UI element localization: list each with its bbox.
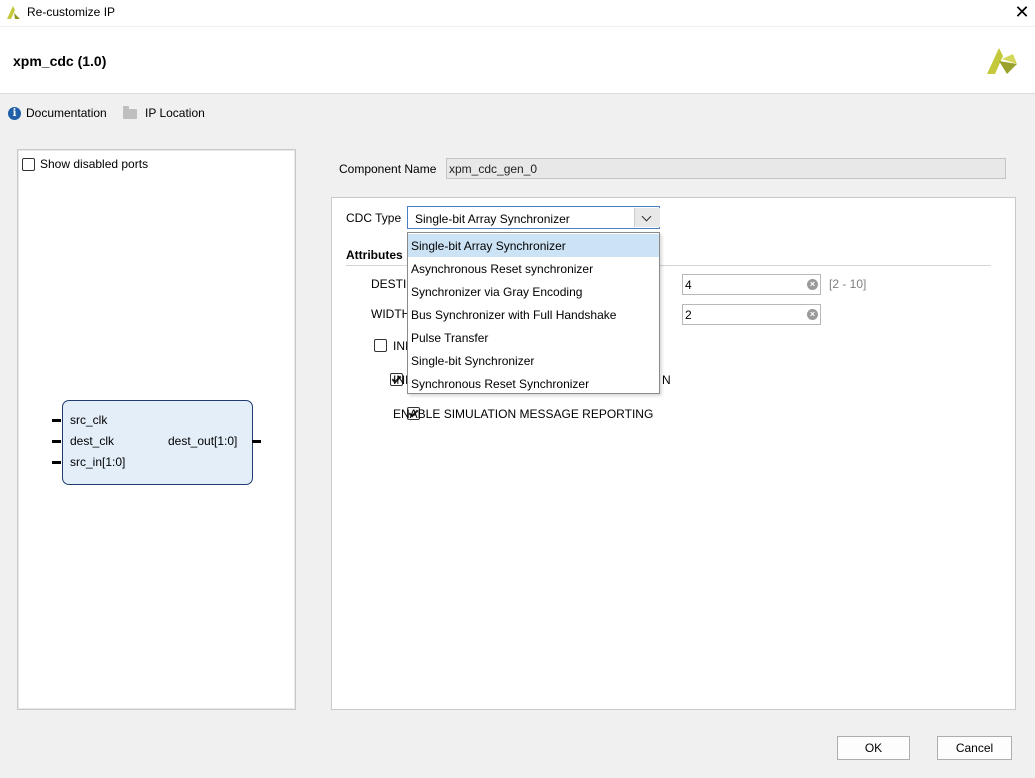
pin-dest-out	[252, 440, 261, 443]
sim-message-label: ENABLE SIMULATION MESSAGE REPORTING	[393, 407, 654, 421]
ok-button[interactable]: OK	[837, 736, 910, 760]
port-label: dest_clk	[70, 434, 115, 448]
clear-icon[interactable]: ×	[807, 279, 818, 290]
ip-location-label: IP Location	[145, 106, 205, 120]
cdc-type-dropdown-button[interactable]	[634, 208, 660, 227]
ip-location-link[interactable]: IP Location	[123, 104, 205, 122]
cdc-option[interactable]: Single-bit Synchronizer	[408, 349, 659, 372]
show-disabled-ports-label: Show disabled ports	[40, 157, 149, 171]
xilinx-logo-icon	[987, 48, 1017, 74]
attributes-heading: Attributes	[346, 248, 403, 262]
documentation-label: Documentation	[26, 106, 107, 120]
port-label-out: dest_out[1:0]	[168, 434, 238, 448]
ip-name: xpm_cdc (1.0)	[13, 53, 107, 69]
folder-icon	[123, 106, 137, 119]
component-name-label: Component Name	[339, 162, 437, 176]
close-button[interactable]: ✕	[1012, 2, 1032, 22]
cdc-type-selected: Single-bit Array Synchronizer	[415, 212, 570, 226]
cdc-option[interactable]: Single-bit Array Synchronizer	[408, 234, 659, 257]
cancel-button[interactable]: Cancel	[937, 736, 1012, 760]
cdc-option[interactable]: Synchronous Reset Synchronizer	[408, 372, 659, 395]
clear-icon[interactable]: ×	[807, 309, 818, 320]
cdc-type-options-list: Single-bit Array Synchronizer Asynchrono…	[407, 232, 660, 394]
dest-sync-ff-range: [2 - 10]	[829, 277, 867, 291]
vivado-logo-icon	[7, 6, 20, 19]
init-sync-ff-checkbox[interactable]	[374, 339, 387, 352]
cdc-option[interactable]: Synchronizer via Gray Encoding	[408, 280, 659, 303]
dest-sync-ff-label: DESTI	[371, 277, 407, 291]
component-name-field[interactable]: xpm_cdc_gen_0	[446, 158, 1006, 179]
sim-assert-label-right: N	[662, 373, 671, 387]
cdc-option[interactable]: Asynchronous Reset synchronizer	[408, 257, 659, 280]
pin-src-clk	[52, 419, 61, 422]
chevron-down-icon	[641, 211, 652, 222]
port-label: src_clk	[70, 413, 108, 427]
cdc-option[interactable]: Bus Synchronizer with Full Handshake	[408, 303, 659, 326]
pin-src-in	[52, 461, 61, 464]
dest-sync-ff-input[interactable]: 4	[682, 274, 821, 295]
pin-dest-clk	[52, 440, 61, 443]
width-label: WIDTH	[371, 307, 411, 321]
title-bar	[0, 0, 1035, 26]
window-title: Re-customize IP	[27, 5, 116, 19]
cdc-type-select[interactable]: Single-bit Array Synchronizer	[407, 206, 660, 229]
info-icon: i	[8, 106, 21, 120]
cdc-type-label: CDC Type	[346, 211, 402, 225]
checkbox[interactable]	[22, 157, 35, 171]
width-input[interactable]: 2	[682, 304, 821, 325]
port-label: src_in[1:0]	[70, 455, 126, 469]
show-disabled-ports-checkbox[interactable]: Show disabled ports	[22, 157, 148, 171]
ip-header	[0, 27, 1035, 94]
cdc-option[interactable]: Pulse Transfer	[408, 326, 659, 349]
documentation-link[interactable]: i Documentation	[8, 104, 107, 122]
